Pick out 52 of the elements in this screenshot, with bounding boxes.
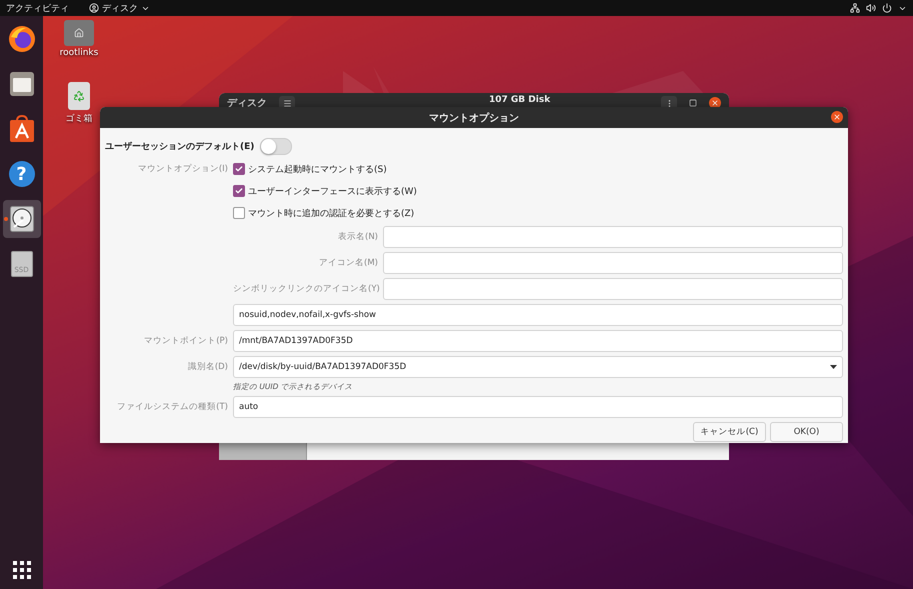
cancel-button[interactable]: キャンセル(C)	[693, 422, 766, 442]
checkbox-label[interactable]: マウント時に追加の認証を必要とする(Z)	[248, 206, 414, 220]
close-icon	[711, 99, 719, 107]
app-menu[interactable]: ディスク	[89, 2, 150, 14]
software-bag-icon[interactable]	[8, 115, 34, 143]
input-field[interactable]	[383, 278, 843, 300]
input-field[interactable]: nosuid,nodev,nofail,x-gvfs-show	[233, 304, 843, 326]
input-field[interactable]: auto	[233, 396, 843, 418]
checkbox-label[interactable]: システム起動時にマウントする(S)	[248, 162, 387, 176]
field-label: 表示名(N)	[337, 231, 378, 243]
close-button[interactable]	[831, 111, 843, 123]
power-icon[interactable]	[882, 3, 892, 13]
check-icon	[235, 165, 243, 173]
field-label: アイコン名(M)	[318, 257, 378, 269]
close-icon	[833, 113, 841, 121]
dock-item[interactable]	[2, 200, 40, 238]
desktop-icon-label[interactable]: rootlinks	[60, 48, 98, 58]
desktop-icon-label[interactable]: ゴミ箱	[66, 112, 92, 125]
field-label: マウントオプション(I)	[136, 163, 228, 175]
toggle-switch[interactable]	[260, 138, 292, 154]
running-dot	[4, 217, 8, 221]
check-icon	[235, 187, 243, 195]
field-label: シンボリックリンクのアイコン名(Y)	[233, 283, 378, 295]
checkbox-label[interactable]: ユーザーインターフェースに表示する(W)	[248, 184, 417, 198]
dock-item[interactable]: ?	[2, 155, 40, 193]
folder-icon[interactable]	[8, 71, 34, 97]
home-folder-icon[interactable]	[64, 20, 94, 46]
network-icon[interactable]	[850, 3, 860, 13]
help-icon[interactable]: ?	[8, 161, 34, 187]
checkbox[interactable]	[233, 185, 245, 197]
activities-button[interactable]: アクティビティ	[6, 2, 69, 14]
caret-icon	[830, 365, 837, 369]
show-apps-icon[interactable]	[12, 561, 30, 579]
firefox-icon[interactable]	[8, 25, 36, 53]
checkbox[interactable]	[233, 207, 245, 219]
ok-button[interactable]: OK(O)	[770, 422, 843, 442]
input-field[interactable]	[383, 252, 843, 274]
user-icon	[89, 3, 99, 13]
field-label: マウントポイント(P)	[143, 335, 228, 347]
field-label: 識別名(D)	[186, 361, 228, 373]
maximize-icon[interactable]	[689, 99, 697, 107]
volume-icon[interactable]	[866, 3, 876, 13]
menu-icon	[282, 98, 292, 108]
dropdown[interactable]: /dev/disk/by-uuid/BA7AD1397AD0F35D	[233, 356, 843, 378]
field-label: ファイルシステムの種類(T)	[116, 401, 228, 413]
toggle-label: ユーザーセッションのデフォルト(E)	[105, 140, 254, 152]
dialog-title: マウントオプション	[429, 111, 519, 124]
window-header-label: ディスク	[227, 97, 267, 110]
input-field[interactable]	[383, 226, 843, 248]
checkbox[interactable]	[233, 163, 245, 175]
input-field[interactable]: /mnt/BA7AD1397AD0F35D	[233, 330, 843, 352]
window-title: 107 GB Disk	[489, 95, 550, 105]
